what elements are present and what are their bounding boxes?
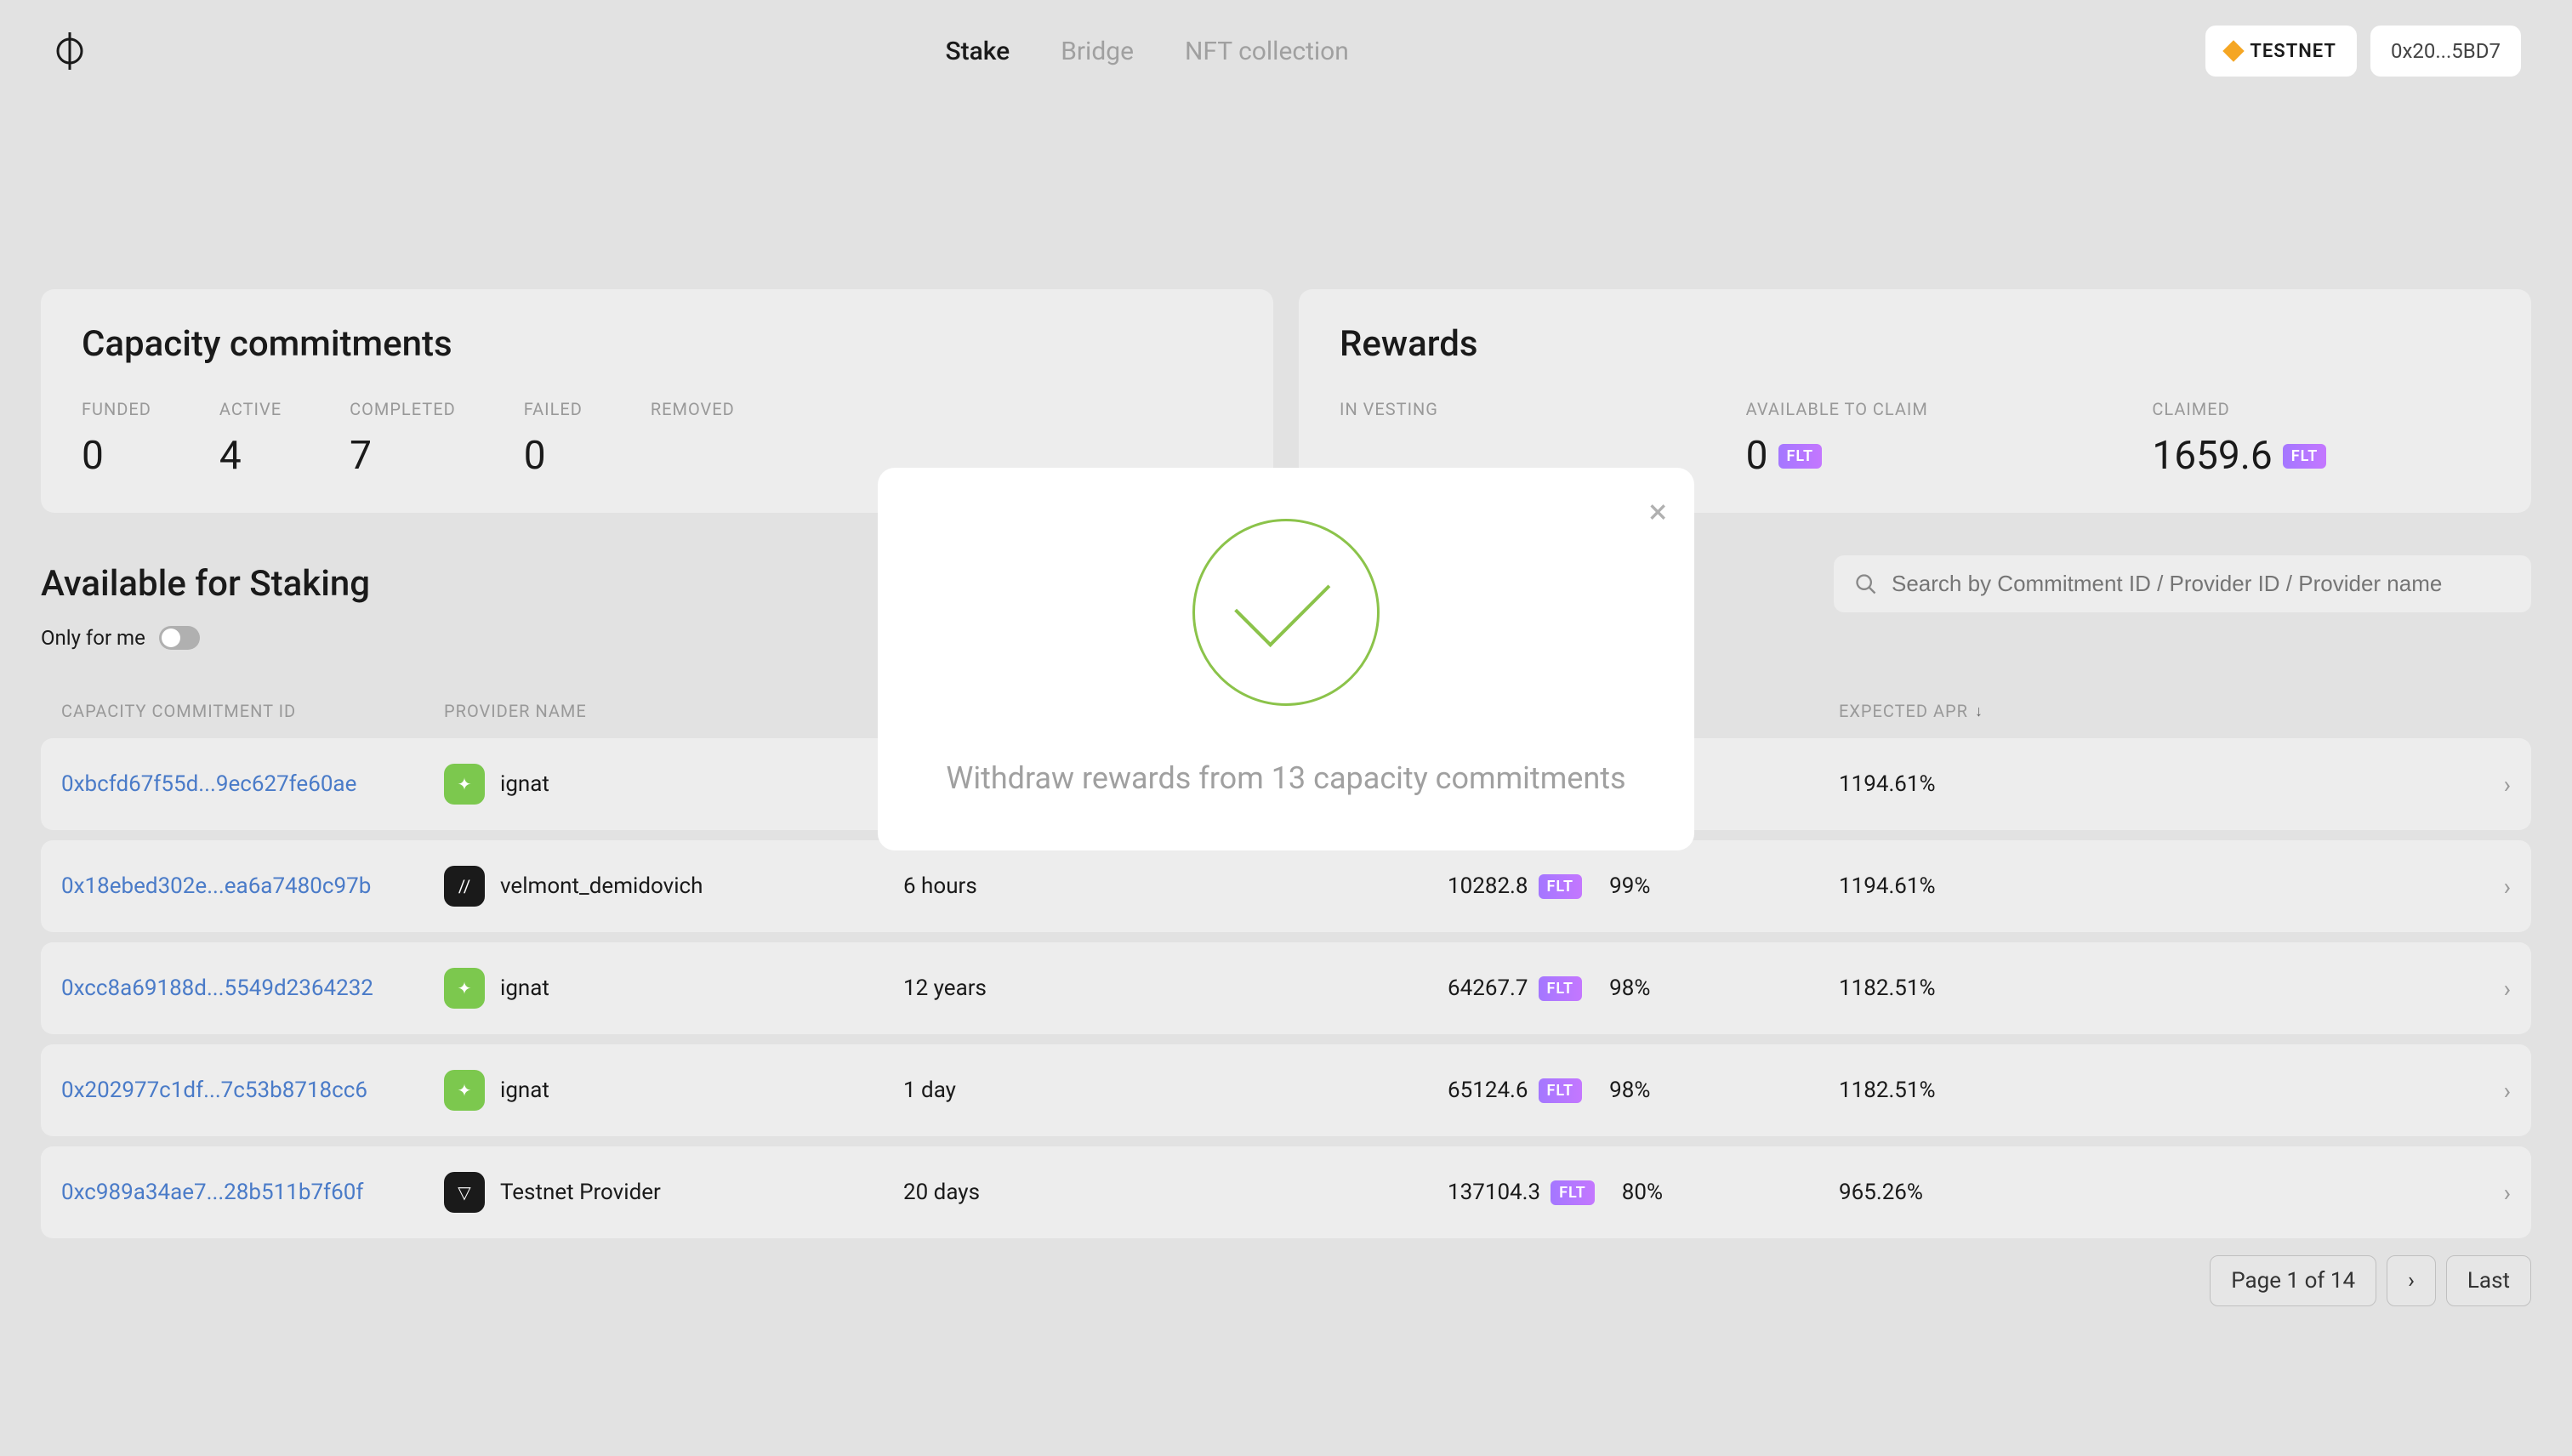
success-circle-icon: [1192, 519, 1380, 706]
checkmark-icon: [1234, 551, 1330, 647]
modal-overlay: × Withdraw rewards from 13 capacity comm…: [0, 0, 2572, 1456]
modal-text: Withdraw rewards from 13 capacity commit…: [946, 757, 1626, 799]
close-icon[interactable]: ×: [1649, 492, 1667, 532]
success-modal: × Withdraw rewards from 13 capacity comm…: [878, 468, 1694, 850]
